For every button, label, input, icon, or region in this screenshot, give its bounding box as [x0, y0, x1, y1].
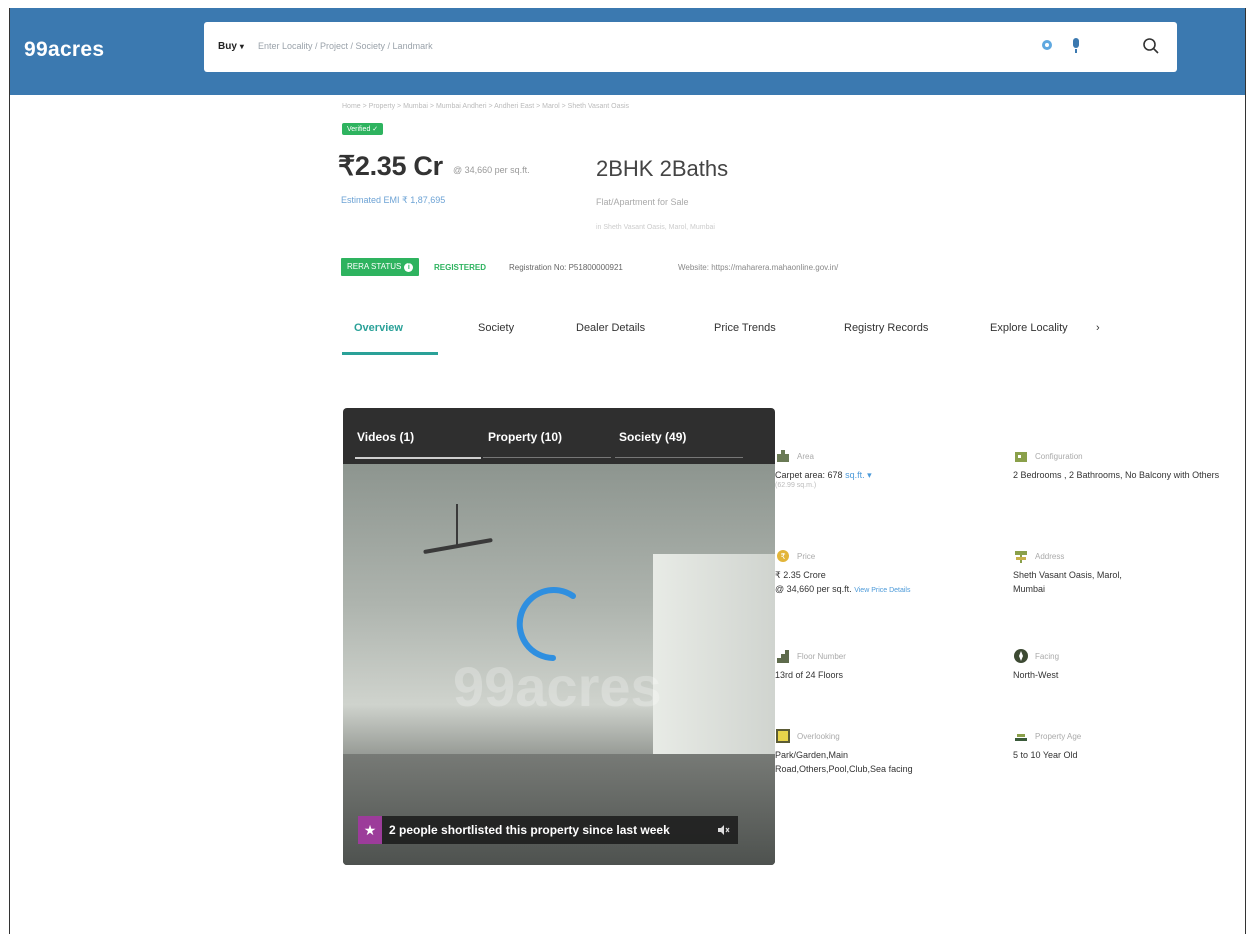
property-type: Flat/Apartment for Sale — [596, 197, 689, 207]
star-icon: ★ — [358, 816, 382, 844]
mute-icon[interactable] — [716, 823, 730, 837]
rera-status-badge[interactable]: RERA STATUS i — [341, 258, 420, 276]
gallery-tab-divider — [483, 457, 611, 458]
gallery-tab-divider — [615, 457, 743, 458]
area-icon — [777, 450, 789, 462]
detail-label: Overlooking — [797, 732, 840, 741]
detail-value: North-West — [1013, 670, 1059, 680]
shortlist-text: 2 people shortlisted this property since… — [389, 823, 670, 837]
detail-value: 5 to 10 Year Old — [1013, 750, 1078, 760]
info-icon[interactable]: i — [404, 263, 414, 272]
tabs-next-arrow-icon[interactable]: › — [1096, 322, 1100, 334]
price-per-sqft: @ 34,660 per sq.ft. — [453, 165, 530, 175]
chevron-down-icon: ▾ — [239, 42, 244, 51]
search-icon[interactable] — [1142, 37, 1160, 55]
detail-label: Price — [797, 552, 816, 561]
area-sqm: (62.99 sq.m.) — [775, 482, 817, 489]
gallery-tab-property[interactable]: Property (10) — [488, 430, 562, 444]
overlooking-icon — [776, 729, 790, 743]
rera-registered-status: REGISTERED — [434, 263, 487, 272]
detail-label: Area — [797, 452, 814, 461]
listing-tabs: Overview Society Dealer Details Price Tr… — [336, 312, 1112, 356]
area-value: Carpet area: 678 — [775, 470, 843, 480]
listing-price: ₹2.35 Cr — [338, 151, 443, 181]
site-logo[interactable]: 99acres — [24, 38, 104, 62]
detail-address: Address Sheth Vasant Oasis, Marol, Mumba… — [1013, 548, 1183, 596]
mic-icon[interactable] — [1073, 38, 1079, 53]
detail-label: Facing — [1035, 652, 1060, 661]
detail-label: Address — [1035, 552, 1065, 561]
detail-label: Property Age — [1035, 732, 1082, 741]
rera-registration-number: Registration No: P51800000921 — [509, 263, 623, 272]
tab-registry-records[interactable]: Registry Records — [844, 322, 928, 334]
room-floor — [343, 754, 775, 865]
gallery-tab-society[interactable]: Society (49) — [619, 430, 686, 444]
unit-dropdown[interactable]: sq.ft. — [845, 470, 865, 480]
detail-label: Floor Number — [797, 652, 846, 661]
buy-dropdown[interactable]: Buy ▾ — [218, 41, 244, 52]
rera-badge-label: RERA STATUS — [347, 262, 402, 271]
tab-dealer-details[interactable]: Dealer Details — [576, 322, 645, 334]
tab-price-trends[interactable]: Price Trends — [714, 322, 776, 334]
shortlist-banner: ★ 2 people shortlisted this property sin… — [358, 816, 738, 844]
tab-overview[interactable]: Overview — [354, 322, 403, 334]
ceiling-fan-rod — [456, 504, 458, 548]
detail-value: 2 Bedrooms , 2 Bathrooms, No Balcony wit… — [1013, 470, 1220, 480]
rera-website[interactable]: Website: https://maharera.mahaonline.gov… — [678, 263, 838, 272]
tab-explore-locality[interactable]: Explore Locality — [990, 322, 1068, 334]
verified-label: Verified — [347, 126, 371, 133]
property-details-panel: Area Carpet area: 678 sq.ft. ▾ (62.99 sq… — [775, 440, 1219, 788]
price-value: ₹ 2.35 Crore — [775, 570, 826, 580]
estimated-emi-link[interactable]: Estimated EMI ₹ 1,87,695 — [341, 195, 445, 206]
active-tab-indicator — [342, 352, 438, 355]
price-rate-value: @ 34,660 per sq.ft. — [775, 584, 852, 594]
search-input[interactable]: Enter Locality / Project / Society / Lan… — [258, 41, 433, 51]
media-gallery: Videos (1) Property (10) Society (49) 99… — [343, 408, 775, 865]
top-navbar: 99acres Buy ▾ Enter Locality / Project / … — [10, 8, 1245, 95]
verified-badge: Verified ✓ — [342, 123, 384, 135]
detail-value: ₹ 2.35 Crore @ 34,660 per sq.ft. View Pr… — [775, 568, 945, 598]
detail-overlooking: Overlooking Park/Garden,Main Road,Others… — [775, 728, 945, 776]
property-video-frame[interactable]: 99acres — [343, 464, 775, 865]
detail-value: 13rd of 24 Floors — [775, 670, 844, 680]
detail-floor-number: Floor Number 13rd of 24 Floors — [775, 648, 945, 682]
listing-title: 2BHK 2Baths — [596, 156, 729, 181]
compass-icon — [1014, 649, 1028, 663]
detail-value: Park/Garden,Main Road,Others,Pool,Club,S… — [775, 750, 913, 774]
detail-configuration: Configuration 2 Bedrooms , 2 Bathrooms, … — [1013, 448, 1233, 482]
property-address: in Sheth Vasant Oasis, Marol, Mumbai — [596, 224, 715, 231]
detail-facing: Facing North-West — [1013, 648, 1183, 682]
breadcrumb[interactable]: Home > Property > Mumbai > Mumbai Andher… — [342, 103, 629, 110]
ceiling-fan — [423, 537, 493, 555]
floor-number-icon — [777, 650, 789, 663]
detail-value: Sheth Vasant Oasis, Marol, Mumbai — [1013, 570, 1122, 594]
view-price-details-link[interactable]: View Price Details — [854, 587, 910, 594]
chevron-down-icon[interactable]: ▾ — [865, 470, 872, 480]
detail-price: ₹ Price ₹ 2.35 Crore @ 34,660 per sq.ft.… — [775, 548, 945, 598]
configuration-icon — [1015, 452, 1027, 462]
detail-property-age: Property Age 5 to 10 Year Old — [1013, 728, 1183, 762]
location-icon[interactable] — [1042, 40, 1052, 50]
buy-label: Buy — [218, 41, 237, 52]
detail-label: Configuration — [1035, 452, 1083, 461]
loading-spinner-icon — [516, 587, 576, 661]
price-icon: ₹ — [777, 550, 789, 562]
search-bar: Buy ▾ Enter Locality / Project / Society … — [204, 22, 1177, 72]
detail-area: Area Carpet area: 678 sq.ft. ▾ (62.99 sq… — [775, 448, 945, 489]
property-age-icon — [1015, 734, 1027, 741]
gallery-active-tab-indicator — [355, 457, 481, 459]
address-icon — [1015, 551, 1027, 563]
detail-value: Carpet area: 678 sq.ft. ▾ — [775, 468, 945, 482]
tab-society[interactable]: Society — [478, 322, 514, 334]
gallery-tab-videos[interactable]: Videos (1) — [357, 430, 414, 444]
svg-text:₹: ₹ — [780, 552, 785, 561]
